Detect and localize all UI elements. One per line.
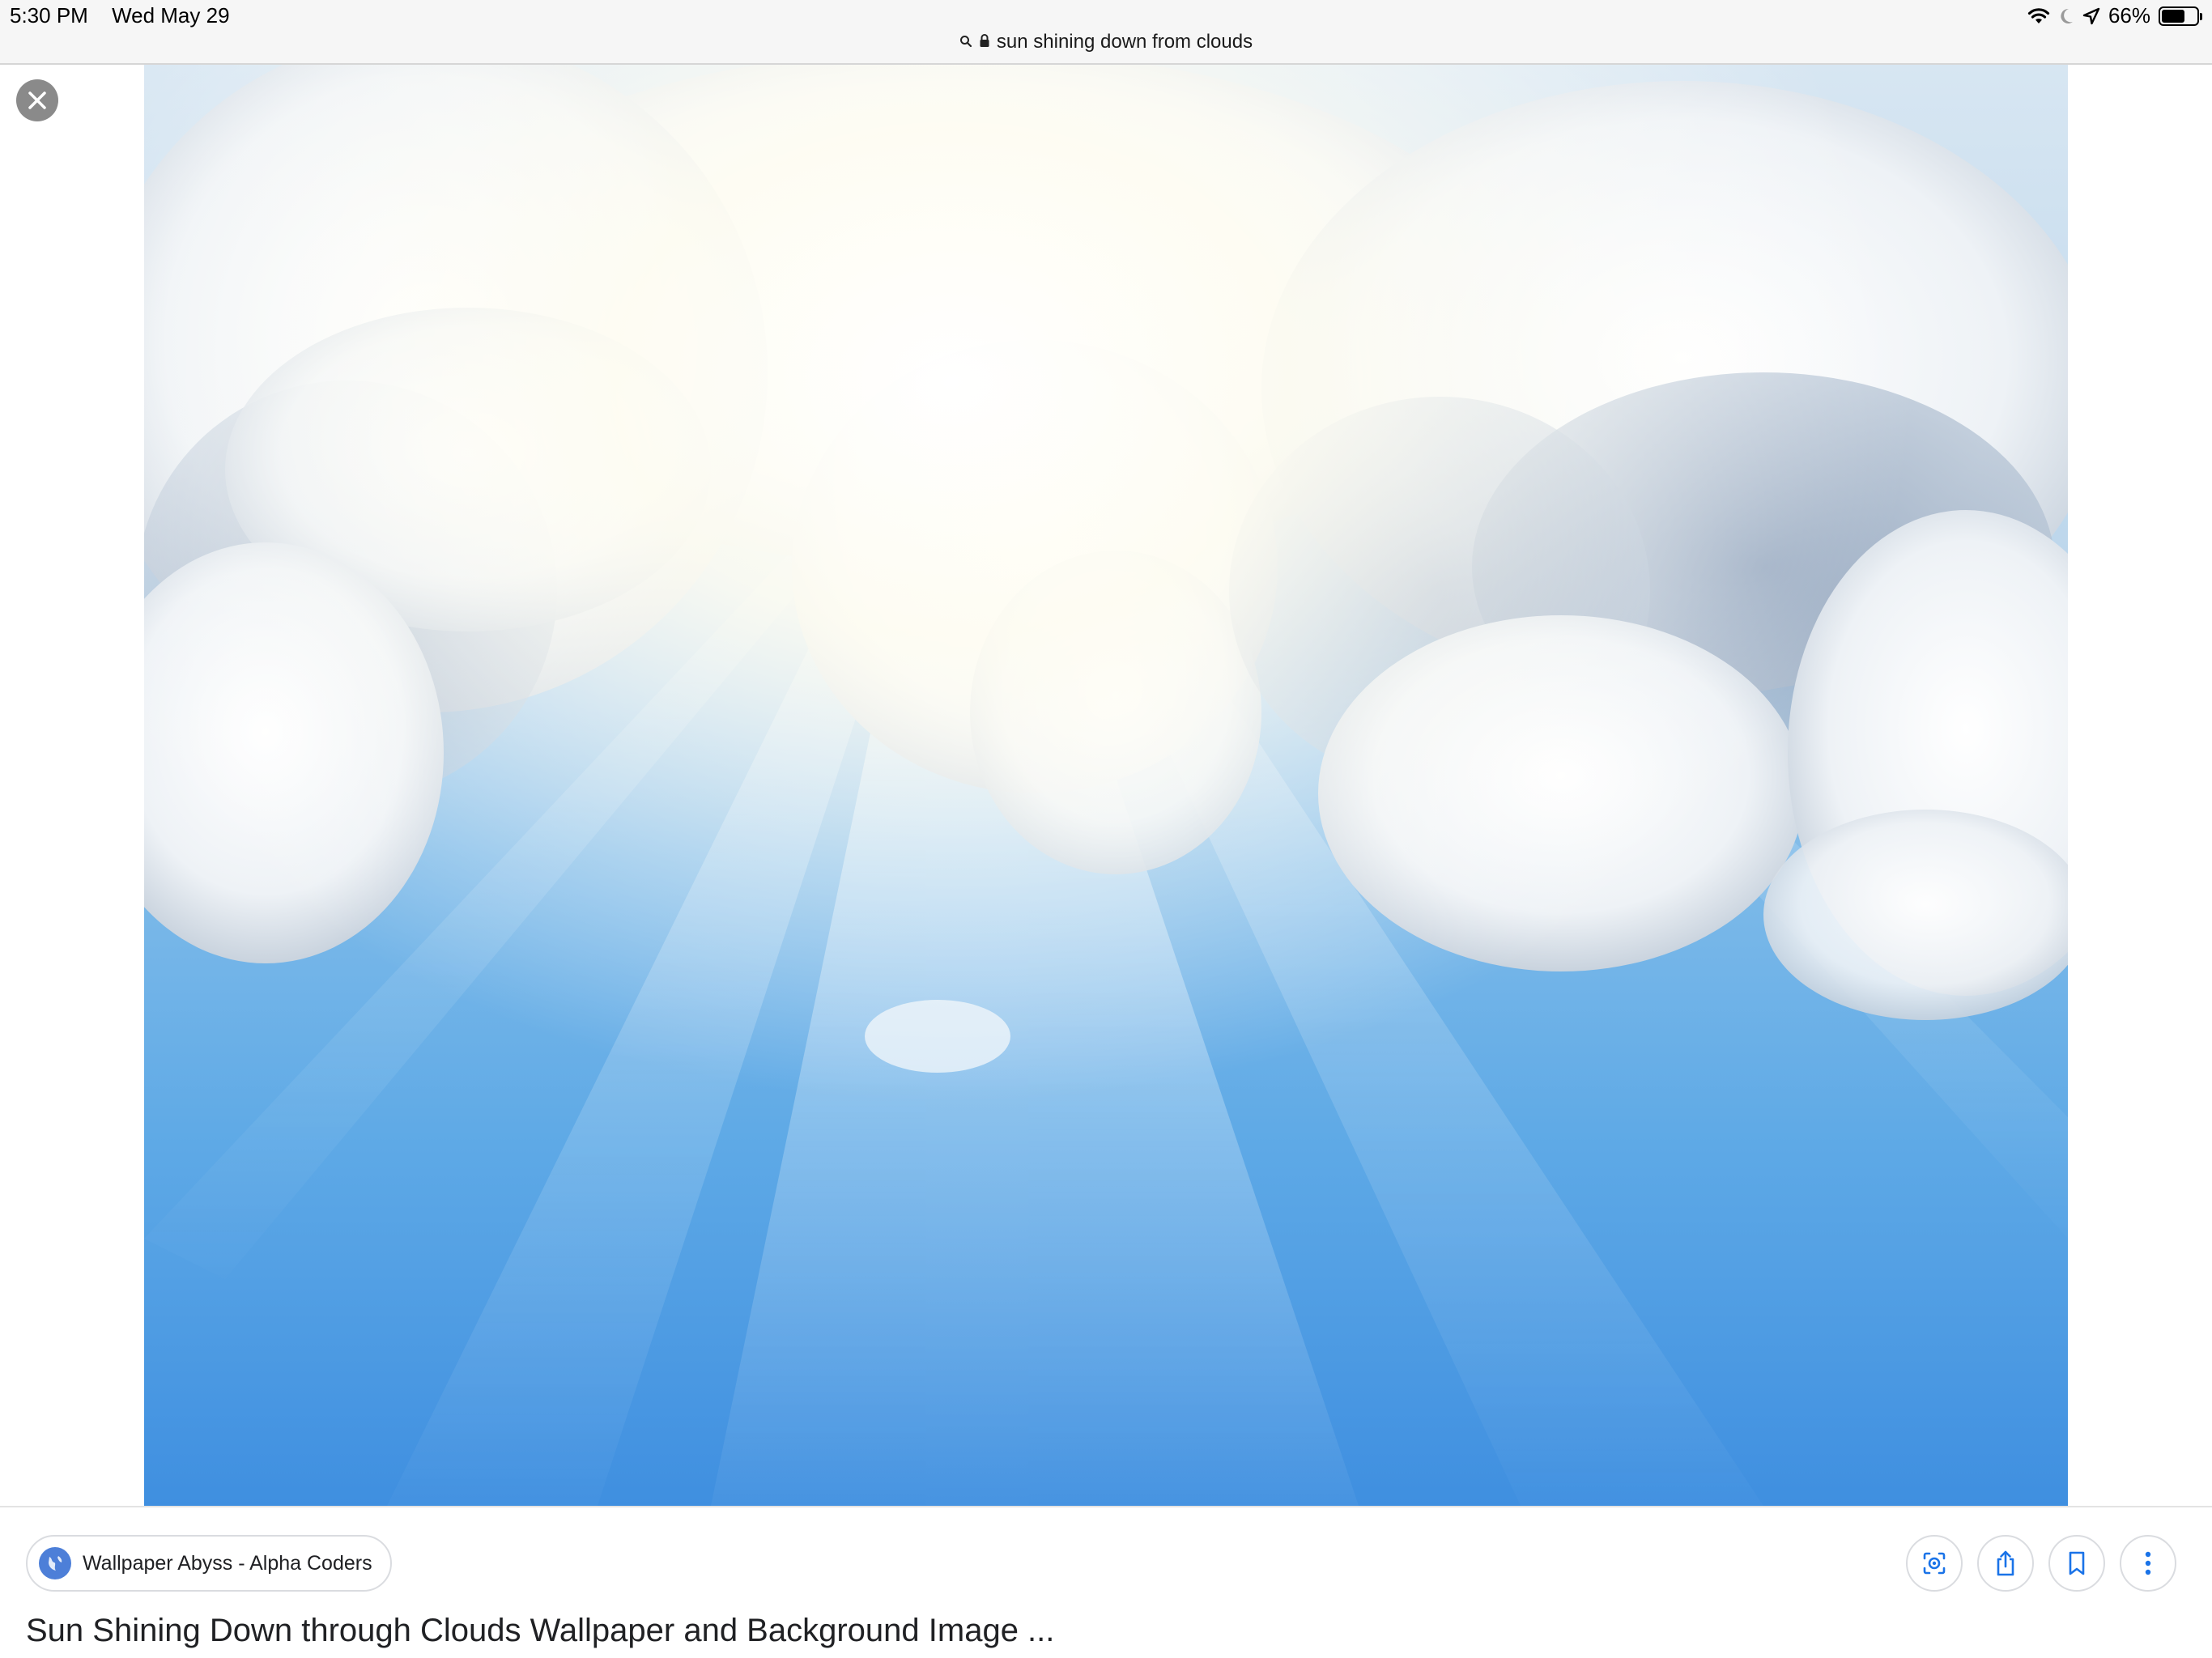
- source-name: Wallpaper Abyss - Alpha Coders: [83, 1551, 372, 1575]
- more-options-button[interactable]: [2120, 1535, 2176, 1592]
- moon-icon: [2058, 7, 2074, 25]
- more-vertical-icon: [2145, 1551, 2151, 1575]
- wifi-icon: [2027, 7, 2050, 25]
- share-icon: [1997, 1550, 2014, 1576]
- globe-icon: [39, 1547, 71, 1579]
- browser-top-bar: 5:30 PM Wed May 29 66% sun shining down …: [0, 0, 2212, 65]
- source-link[interactable]: Wallpaper Abyss - Alpha Coders: [26, 1535, 392, 1592]
- bookmark-icon: [2069, 1551, 2085, 1575]
- sky-clouds-image: [144, 65, 2068, 1506]
- close-icon: [28, 91, 46, 109]
- status-date: Wed May 29: [112, 3, 230, 28]
- result-title[interactable]: Sun Shining Down through Clouds Wallpape…: [26, 1613, 1054, 1649]
- url-bar[interactable]: sun shining down from clouds: [0, 31, 2212, 53]
- search-icon: [959, 31, 972, 53]
- battery-percent: 66%: [2108, 3, 2150, 28]
- result-info-panel: Wallpaper Abyss - Alpha Coders Sun Shini…: [0, 1506, 2212, 1658]
- bookmark-button[interactable]: [2048, 1535, 2105, 1592]
- status-clock: 5:30 PM Wed May 29: [10, 3, 248, 28]
- result-image[interactable]: [144, 65, 2068, 1506]
- close-button[interactable]: [16, 79, 58, 121]
- image-viewer-page: 5:30 PM Wed May 29 66% sun shining down …: [0, 0, 2212, 1658]
- location-arrow-icon: [2082, 7, 2100, 25]
- lens-button[interactable]: [1906, 1535, 1963, 1592]
- url-query-text: sun shining down from clouds: [996, 31, 1253, 53]
- lens-icon: [1923, 1552, 1946, 1575]
- battery-icon: [2159, 6, 2202, 26]
- status-indicators: 66%: [2027, 3, 2202, 28]
- status-time: 5:30 PM: [10, 3, 88, 28]
- share-button[interactable]: [1977, 1535, 2034, 1592]
- lock-icon: [979, 31, 990, 53]
- result-actions: [1906, 1535, 2176, 1592]
- battery-fill: [2162, 9, 2184, 23]
